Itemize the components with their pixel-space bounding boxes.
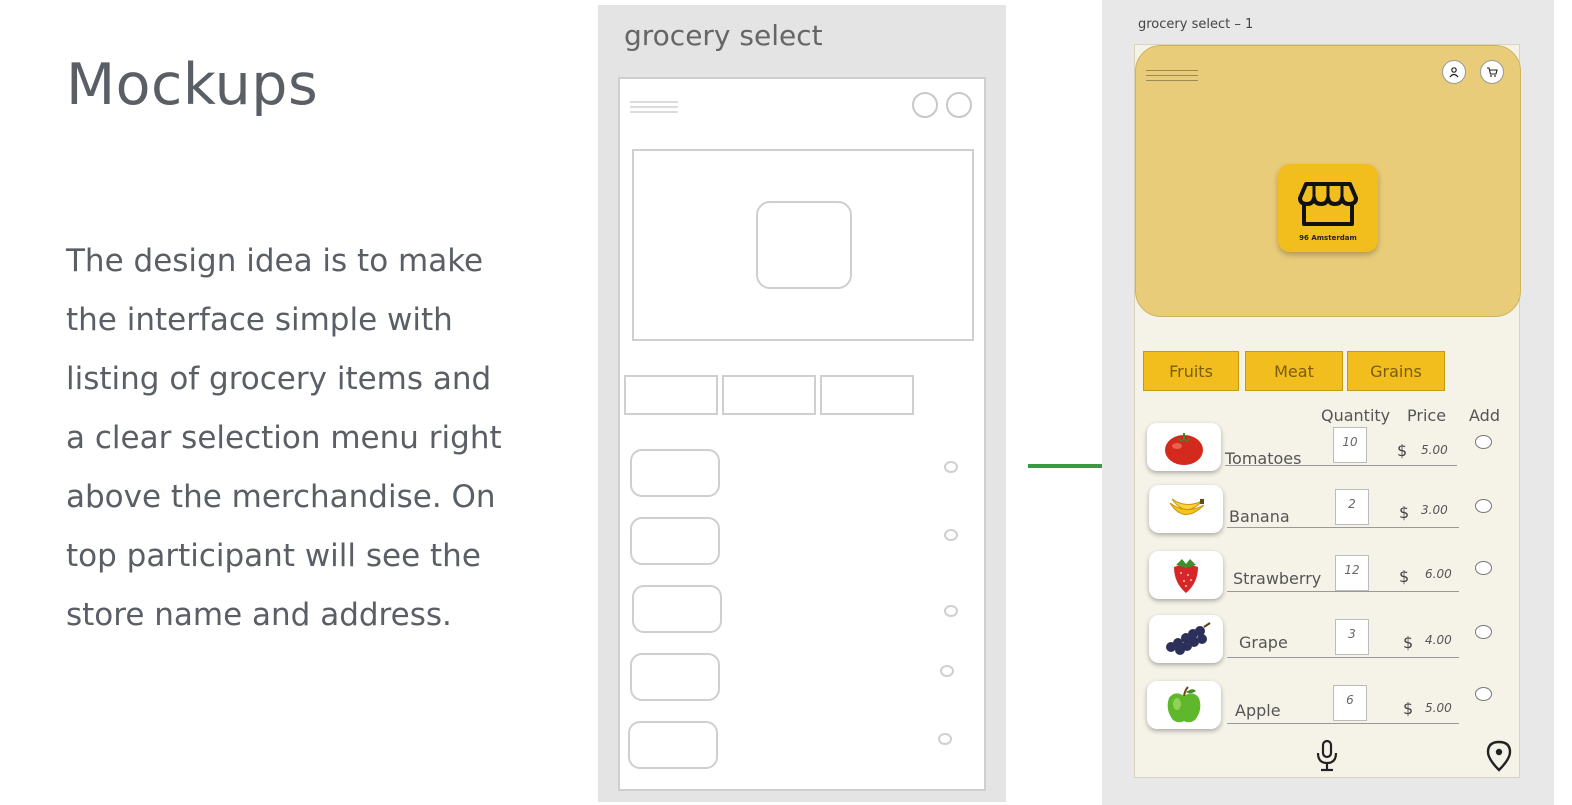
mockup-phone: 96 Amsterdam Fruits Meat Grains Quantity… <box>1134 44 1521 778</box>
tomato-icon <box>1147 423 1221 471</box>
store-hero: 96 Amsterdam <box>1135 45 1521 317</box>
grape-icon <box>1149 615 1223 663</box>
user-icon[interactable] <box>1442 60 1466 84</box>
item-name: Strawberry <box>1233 569 1322 588</box>
currency-symbol: $ <box>1403 699 1414 718</box>
quantity-field[interactable]: 2 <box>1335 489 1369 525</box>
currency-symbol: $ <box>1397 441 1408 460</box>
description-line: store name and address. <box>66 597 452 633</box>
column-header-quantity: Quantity <box>1321 406 1391 425</box>
wireframe-menu-icon <box>630 101 678 117</box>
wireframe-hero <box>632 149 974 341</box>
mockup-panel: grocery select – 1 96 Amsterdam Fruits M… <box>1102 0 1554 805</box>
quantity-field[interactable]: 12 <box>1335 555 1369 591</box>
item-name: Apple <box>1235 701 1281 720</box>
slide-description: The design idea is to make the interface… <box>66 232 536 645</box>
slide-title: Mockups <box>66 52 319 118</box>
strawberry-icon <box>1149 551 1223 599</box>
wireframe-tab <box>624 375 718 415</box>
add-item-radio[interactable] <box>1475 687 1492 701</box>
wireframe-item-radio <box>940 665 954 677</box>
wireframe-item-thumb <box>630 449 720 497</box>
wireframe-item-radio <box>944 605 958 617</box>
tab-grains[interactable]: Grains <box>1347 351 1445 391</box>
wireframe-tab <box>820 375 914 415</box>
microphone-icon[interactable] <box>1313 739 1341 777</box>
item-divider <box>1227 527 1459 528</box>
store-logo[interactable]: 96 Amsterdam <box>1278 164 1378 252</box>
wireframe-tab <box>722 375 816 415</box>
quantity-field[interactable]: 6 <box>1333 685 1367 721</box>
wireframe-item-thumb <box>630 653 720 701</box>
description-line: the interface simple with <box>66 302 453 338</box>
item-price: 4.00 <box>1425 633 1452 647</box>
item-divider <box>1225 465 1457 466</box>
description-line: listing of grocery items and <box>66 361 492 397</box>
tab-fruits[interactable]: Fruits <box>1143 351 1239 391</box>
wireframe-item-radio <box>944 529 958 541</box>
add-item-radio[interactable] <box>1475 499 1492 513</box>
quantity-field[interactable]: 10 <box>1333 427 1367 463</box>
flow-connector <box>1028 464 1102 468</box>
column-header-add: Add <box>1469 406 1500 425</box>
wireframe-cart-icon <box>946 92 972 118</box>
wireframe-item-thumb <box>630 517 720 565</box>
banana-icon <box>1149 485 1223 533</box>
wireframe-phone <box>618 77 986 791</box>
wireframe-item-thumb <box>632 585 722 633</box>
item-price: 5.00 <box>1421 443 1448 457</box>
wireframe-item-radio <box>938 733 952 745</box>
wireframe-panel: grocery select <box>598 5 1006 802</box>
item-price: 3.00 <box>1421 503 1448 517</box>
item-price: 5.00 <box>1425 701 1452 715</box>
wireframe-title: grocery select <box>624 19 823 52</box>
apple-icon <box>1147 681 1221 729</box>
wireframe-store-logo <box>756 201 852 289</box>
wireframe-user-icon <box>912 92 938 118</box>
currency-symbol: $ <box>1399 567 1410 586</box>
item-divider <box>1227 723 1459 724</box>
currency-symbol: $ <box>1399 503 1410 522</box>
column-header-price: Price <box>1407 406 1447 425</box>
quantity-field[interactable]: 3 <box>1335 619 1369 655</box>
add-item-radio[interactable] <box>1475 625 1492 639</box>
item-name: Grape <box>1239 633 1288 652</box>
item-price: 6.00 <box>1425 567 1452 581</box>
wireframe-item-radio <box>944 461 958 473</box>
add-item-radio[interactable] <box>1475 435 1492 449</box>
add-item-radio[interactable] <box>1475 561 1492 575</box>
wireframe-item-thumb <box>628 721 718 769</box>
item-divider <box>1227 591 1459 592</box>
description-line: top participant will see the <box>66 538 481 574</box>
tab-meat[interactable]: Meat <box>1245 351 1343 391</box>
currency-symbol: $ <box>1403 633 1414 652</box>
location-pin-icon[interactable] <box>1485 739 1513 777</box>
mockup-frame-label: grocery select – 1 <box>1138 17 1254 32</box>
description-line: above the merchandise. On <box>66 479 496 515</box>
description-line: The design idea is to make <box>66 243 484 279</box>
hamburger-menu-icon[interactable] <box>1146 70 1198 85</box>
item-name: Banana <box>1229 507 1290 526</box>
store-name: 96 Amsterdam <box>1299 234 1357 242</box>
cart-icon[interactable] <box>1480 60 1504 84</box>
store-icon <box>1298 182 1358 226</box>
description-line: a clear selection menu right <box>66 420 502 456</box>
item-divider <box>1227 657 1459 658</box>
